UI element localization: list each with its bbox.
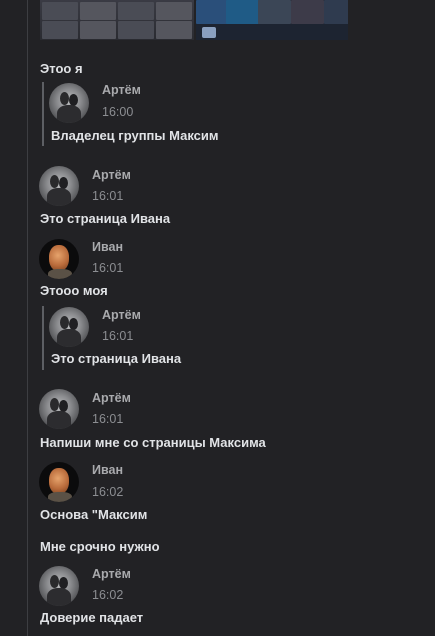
timestamp: 16:01 <box>92 189 124 203</box>
timestamp: 16:01 <box>102 329 134 343</box>
message-text: Этооо моя <box>40 283 108 298</box>
attachments <box>40 0 348 40</box>
timestamp: 16:02 <box>92 485 124 499</box>
timestamp: 16:00 <box>102 105 134 119</box>
message-text: Мне срочно нужно <box>40 539 160 554</box>
author-name[interactable]: Артём <box>92 168 131 182</box>
avatar[interactable] <box>39 166 79 206</box>
timestamp: 16:02 <box>92 588 124 602</box>
author-name[interactable]: Артём <box>92 391 131 405</box>
message-text: Основа "Максим <box>40 507 148 522</box>
message-text: Этоо я <box>40 61 83 76</box>
avatar[interactable] <box>49 83 89 123</box>
author-name[interactable]: Иван <box>92 463 123 477</box>
thread-border <box>27 0 28 636</box>
timestamp: 16:01 <box>92 261 124 275</box>
author-name[interactable]: Артём <box>92 567 131 581</box>
message-text: Владелец группы Максим <box>51 128 219 143</box>
attachment-image-2[interactable] <box>196 0 348 40</box>
avatar[interactable] <box>39 389 79 429</box>
timestamp: 16:01 <box>92 412 124 426</box>
avatar[interactable] <box>49 307 89 347</box>
author-name[interactable]: Иван <box>92 240 123 254</box>
quote-bar <box>42 306 44 370</box>
message-text: Напиши мне со страницы Максима <box>40 435 266 450</box>
avatar[interactable] <box>39 462 79 502</box>
quote-bar <box>42 82 44 146</box>
avatar[interactable] <box>39 566 79 606</box>
author-name[interactable]: Артём <box>102 308 141 322</box>
avatar[interactable] <box>39 239 79 279</box>
attachment-image-1[interactable] <box>40 0 194 40</box>
message-text: Доверие падает <box>40 610 144 625</box>
message-text: Это страница Ивана <box>51 351 182 366</box>
author-name[interactable]: Артём <box>102 83 141 97</box>
message-text: Это страница Ивана <box>40 211 171 226</box>
